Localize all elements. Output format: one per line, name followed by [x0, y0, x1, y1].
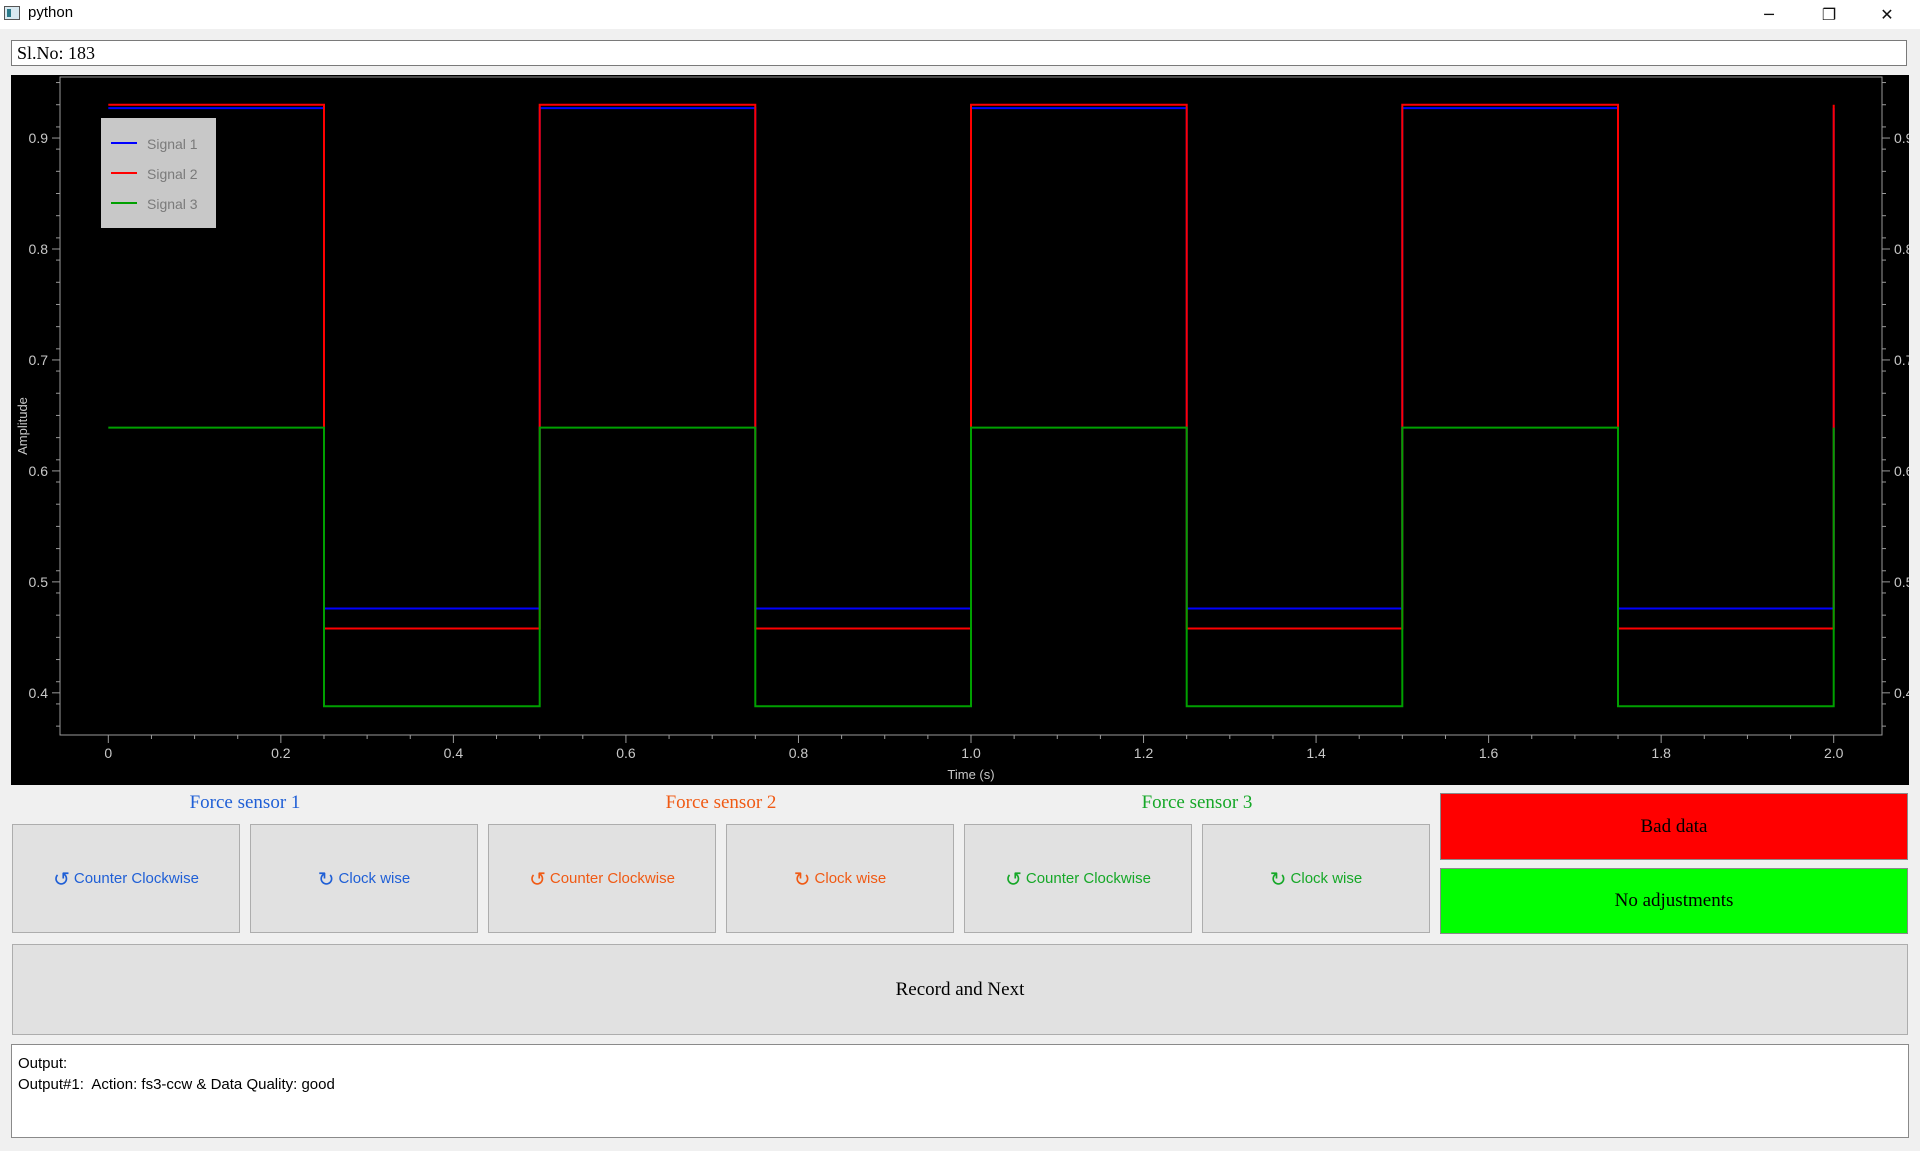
fs3-counter-clockwise-button[interactable]: ↺ Counter Clockwise	[964, 824, 1192, 933]
serial-number-text: Sl.No: 183	[17, 43, 96, 63]
minimize-button[interactable]: ─	[1740, 0, 1798, 29]
legend-label: Signal 3	[147, 196, 198, 212]
fs1-clockwise-button[interactable]: ↻ Clock wise	[250, 824, 478, 933]
y-tick-label: 0.8	[29, 241, 49, 257]
plot-axes: 0 0.2 0.4 0.6 0.8 1.0 1.2 1.4 1.6 1.8 2.0 0.4 0.4 0.5…	[29, 76, 1909, 761]
y-tick-label: 0.5	[29, 574, 49, 590]
x-tick-label: 1.8	[1651, 745, 1671, 761]
fs2-clockwise-button[interactable]: ↻ Clock wise	[726, 824, 954, 933]
x-tick-label: 0.8	[789, 745, 809, 761]
fs2-ccw-label: Counter Clockwise	[549, 870, 675, 887]
y-tick-label: 0.7	[29, 352, 49, 368]
rotate-ccw-icon: ↺	[529, 866, 546, 891]
close-button[interactable]: ✕	[1858, 0, 1916, 29]
y-axis-label: Amplitude	[15, 397, 30, 455]
python-app-icon	[4, 6, 20, 20]
legend-label: Signal 2	[147, 166, 198, 182]
y-tick-label-right: 0.7	[1894, 352, 1909, 368]
close-icon: ✕	[1880, 5, 1894, 24]
x-tick-label: 1.2	[1134, 745, 1154, 761]
y-tick-label: 0.6	[29, 463, 49, 479]
restore-button[interactable]: ❐	[1800, 0, 1858, 29]
signal-plot-panel[interactable]: 0 0.2 0.4 0.6 0.8 1.0 1.2 1.4 1.6 1.8 2.0 0.4 0.4 0.5…	[11, 75, 1909, 785]
window-titlebar: python ─ ❐ ✕	[0, 0, 1920, 29]
rotate-cw-icon: ↻	[1269, 866, 1287, 891]
restore-icon: ❐	[1821, 5, 1837, 24]
y-tick-label: 0.4	[29, 685, 49, 701]
serial-number-field[interactable]: Sl.No: 183	[11, 40, 1907, 66]
y-tick-label-right: 0.5	[1894, 574, 1909, 590]
x-axis-label: Time (s)	[947, 767, 994, 782]
force-sensor-1-title: Force sensor 1	[189, 792, 301, 813]
rotate-cw-icon: ↻	[793, 866, 811, 891]
output-log[interactable]: Output: Output#1: Action: fs3-ccw & Data…	[11, 1044, 1909, 1138]
legend-label: Signal 1	[147, 136, 198, 152]
no-adjustments-label: No adjustments	[1614, 890, 1734, 911]
x-tick-label: 0.6	[616, 745, 636, 761]
signal-plot[interactable]: 0 0.2 0.4 0.6 0.8 1.0 1.2 1.4 1.6 1.8 2.0 0.4 0.4 0.5…	[11, 75, 1909, 785]
output-header: Output:	[18, 1055, 68, 1072]
record-and-next-button[interactable]: Record and Next	[12, 944, 1908, 1035]
minimize-icon: ─	[1764, 5, 1774, 24]
fs2-cw-label: Clock wise	[814, 870, 887, 887]
x-tick-label: 0.4	[444, 745, 464, 761]
fs1-cw-label: Clock wise	[338, 870, 411, 887]
x-tick-label: 1.6	[1479, 745, 1499, 761]
x-tick-label: 0.2	[271, 745, 291, 761]
force-sensor-2-title: Force sensor 2	[665, 792, 777, 813]
output-line: Output#1: Action: fs3-ccw & Data Quality…	[18, 1076, 335, 1093]
bad-data-button[interactable]: Bad data	[1440, 793, 1908, 860]
bad-data-label: Bad data	[1640, 815, 1708, 837]
rotate-cw-icon: ↻	[317, 866, 335, 891]
force-sensor-3-title: Force sensor 3	[1141, 792, 1253, 813]
x-tick-label: 1.0	[961, 745, 981, 761]
y-tick-label-right: 0.6	[1894, 463, 1909, 479]
y-tick-label-right: 0.4	[1894, 685, 1909, 701]
series-line-3	[108, 426, 1835, 708]
fs3-cw-label: Clock wise	[1290, 870, 1363, 887]
x-tick-label: 1.4	[1306, 745, 1326, 761]
fs1-counter-clockwise-button[interactable]: ↺ Counter Clockwise	[12, 824, 240, 933]
no-adjustments-button[interactable]: No adjustments	[1440, 868, 1908, 934]
fs1-ccw-label: Counter Clockwise	[73, 870, 199, 887]
y-tick-label-right: 0.8	[1894, 241, 1909, 257]
fs2-counter-clockwise-button[interactable]: ↺ Counter Clockwise	[488, 824, 716, 933]
fs3-ccw-label: Counter Clockwise	[1025, 870, 1151, 887]
plot-series-group	[108, 103, 1835, 708]
rotate-ccw-icon: ↺	[1005, 866, 1022, 891]
x-tick-label: 0	[104, 745, 112, 761]
window-title: python	[28, 4, 74, 21]
fs3-clockwise-button[interactable]: ↻ Clock wise	[1202, 824, 1430, 933]
y-tick-label: 0.9	[29, 130, 49, 146]
rotate-ccw-icon: ↺	[53, 866, 70, 891]
y-tick-label-right: 0.9	[1894, 130, 1909, 146]
plot-legend[interactable]: Signal 1 Signal 2 Signal 3	[101, 118, 216, 228]
record-and-next-label: Record and Next	[895, 978, 1025, 1000]
x-tick-label: 2.0	[1824, 745, 1844, 761]
